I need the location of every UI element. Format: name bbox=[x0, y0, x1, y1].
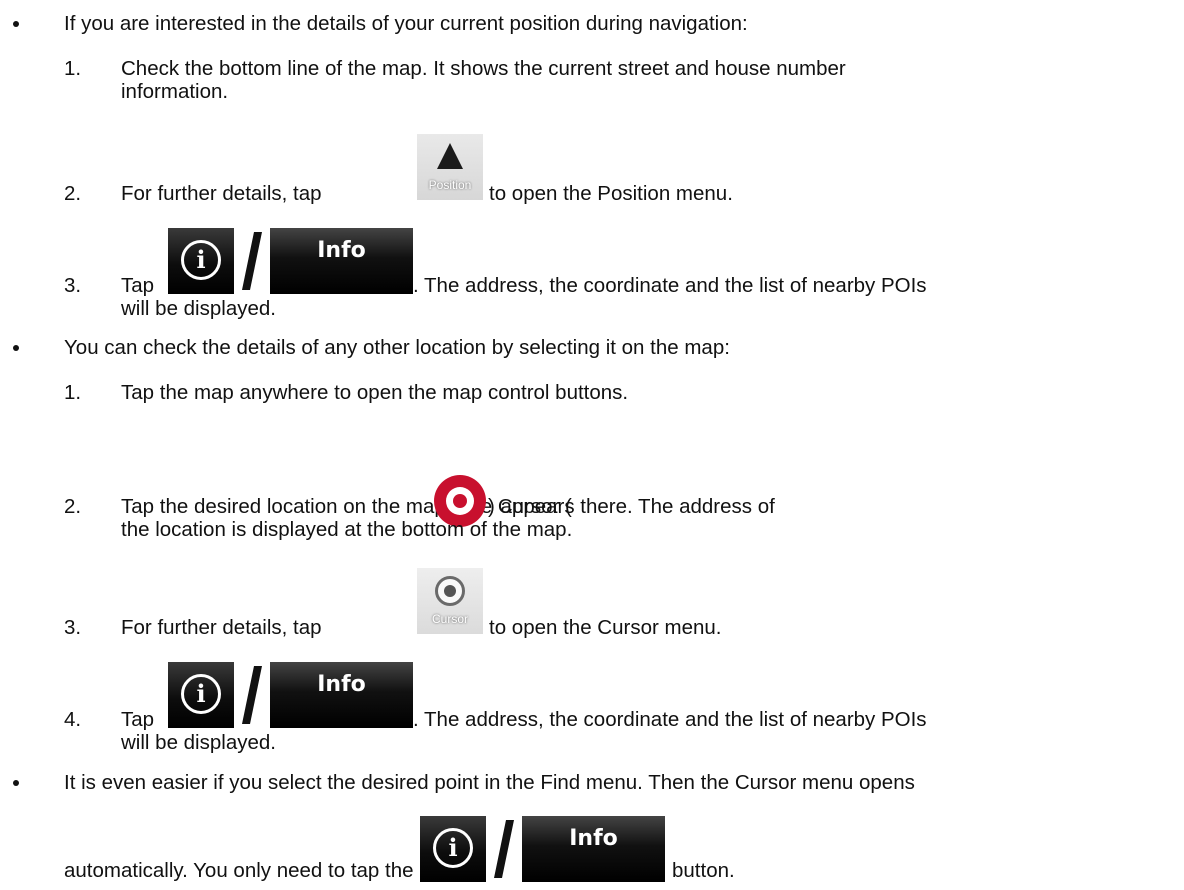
info-button-label: Info bbox=[569, 826, 618, 851]
cursor-button-label: Cursor bbox=[431, 612, 468, 626]
bullet-text-continued: button. bbox=[672, 859, 735, 882]
step-text: . The address, the coordinate and the li… bbox=[413, 274, 927, 297]
step-text-continued: information. bbox=[121, 80, 229, 103]
step-number: 2. bbox=[64, 182, 82, 205]
step-number: 1. bbox=[64, 57, 82, 80]
info-icon-button[interactable]: i bbox=[168, 228, 234, 294]
step-text: For further details, tap bbox=[121, 182, 322, 205]
position-button-label: Position bbox=[428, 178, 472, 192]
info-icon-button[interactable]: i bbox=[168, 662, 234, 728]
slash-separator bbox=[242, 232, 262, 290]
info-icon: i bbox=[181, 240, 221, 280]
slash-separator bbox=[494, 820, 514, 878]
bullet-text-continued: automatically. You only need to tap the bbox=[64, 859, 414, 882]
bullet-dot bbox=[13, 345, 19, 351]
info-icon: i bbox=[433, 828, 473, 868]
bullet-text: It is even easier if you select the desi… bbox=[64, 771, 915, 794]
step-text: Check the bottom line of the map. It sho… bbox=[121, 57, 846, 80]
info-icon-button[interactable]: i bbox=[420, 816, 486, 882]
cursor-button[interactable]: Cursor bbox=[417, 568, 483, 634]
step-text: ) appears there. The address of bbox=[488, 495, 775, 518]
step-text-continued: will be displayed. bbox=[121, 297, 276, 320]
bullet-text: You can check the details of any other l… bbox=[64, 336, 730, 359]
info-button-label: Info bbox=[317, 672, 366, 697]
step-number: 4. bbox=[64, 708, 82, 731]
slash-separator bbox=[242, 666, 262, 724]
step-text: to open the Position menu. bbox=[489, 182, 733, 205]
bullet-dot bbox=[13, 21, 19, 27]
bullet-text: If you are interested in the details of … bbox=[64, 12, 748, 35]
step-number: 1. bbox=[64, 381, 82, 404]
step-text: For further details, tap bbox=[121, 616, 322, 639]
info-button-label: Info bbox=[317, 238, 366, 263]
step-number: 3. bbox=[64, 274, 82, 297]
info-bar-button[interactable]: Info bbox=[270, 228, 413, 294]
info-button-combo[interactable]: i Info bbox=[168, 228, 413, 294]
step-text-continued: will be displayed. bbox=[121, 731, 276, 754]
step-number: 2. bbox=[64, 495, 82, 518]
step-text: to open the Cursor menu. bbox=[489, 616, 722, 639]
step-number: 3. bbox=[64, 616, 82, 639]
info-bar-button[interactable]: Info bbox=[522, 816, 665, 882]
step-text: Tap bbox=[121, 708, 155, 731]
info-icon: i bbox=[181, 674, 221, 714]
step-text-continued: the location is displayed at the bottom … bbox=[121, 518, 573, 541]
bullet-dot bbox=[13, 780, 19, 786]
info-bar-button[interactable]: Info bbox=[270, 662, 413, 728]
navigation-arrow-icon bbox=[437, 143, 463, 169]
info-button-combo[interactable]: i Info bbox=[420, 816, 665, 882]
info-button-combo[interactable]: i Info bbox=[168, 662, 413, 728]
cursor-icon bbox=[435, 576, 465, 606]
position-button[interactable]: Position bbox=[417, 134, 483, 200]
step-text: Tap bbox=[121, 274, 155, 297]
step-text: Tap the map anywhere to open the map con… bbox=[121, 381, 629, 404]
step-text: . The address, the coordinate and the li… bbox=[413, 708, 927, 731]
